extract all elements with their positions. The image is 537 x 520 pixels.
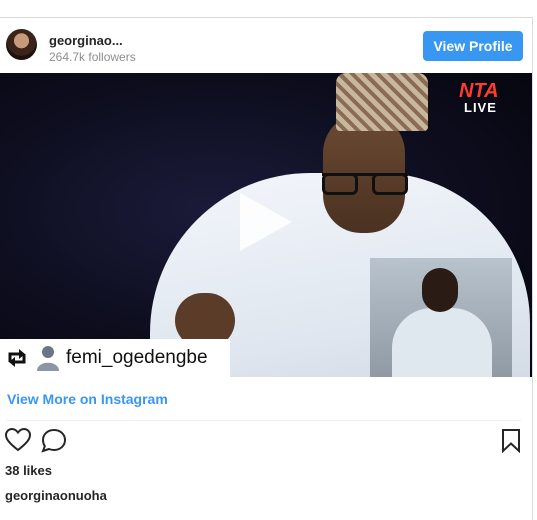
- repost-user-avatar: [36, 345, 60, 371]
- video-frame-glasses: [322, 173, 408, 195]
- repost-credit: femi_ogedengbe: [0, 339, 230, 377]
- view-profile-button[interactable]: View Profile: [423, 31, 523, 61]
- heart-icon[interactable]: [5, 428, 31, 452]
- caption-username[interactable]: georginaonuoha: [5, 488, 107, 503]
- likes-count: 38 likes: [5, 463, 52, 478]
- repost-icon: [6, 348, 28, 368]
- divider: [7, 420, 521, 421]
- live-indicator: LIVE: [464, 100, 497, 115]
- profile-username[interactable]: georginao...: [49, 33, 123, 48]
- post-header: georginao... 264.7k followers View Profi…: [0, 18, 532, 73]
- view-more-link[interactable]: View More on Instagram: [7, 391, 168, 407]
- sign-language-inset: [370, 258, 512, 377]
- inset-interpreter-body: [392, 308, 492, 377]
- channel-logo: NTA: [459, 80, 499, 102]
- follower-count: 264.7k followers: [49, 50, 136, 64]
- bookmark-icon[interactable]: [501, 428, 521, 453]
- video-frame-cap: [336, 73, 428, 131]
- play-icon[interactable]: [234, 191, 296, 253]
- repost-username: femi_ogedengbe: [66, 347, 208, 368]
- inset-interpreter-head: [422, 268, 458, 312]
- comment-icon[interactable]: [41, 428, 67, 453]
- action-bar: [0, 428, 532, 456]
- instagram-embed-card: georginao... 264.7k followers View Profi…: [0, 17, 533, 520]
- profile-avatar[interactable]: [6, 29, 37, 60]
- video-player[interactable]: NTA LIVE femi_ogedengbe: [0, 73, 532, 377]
